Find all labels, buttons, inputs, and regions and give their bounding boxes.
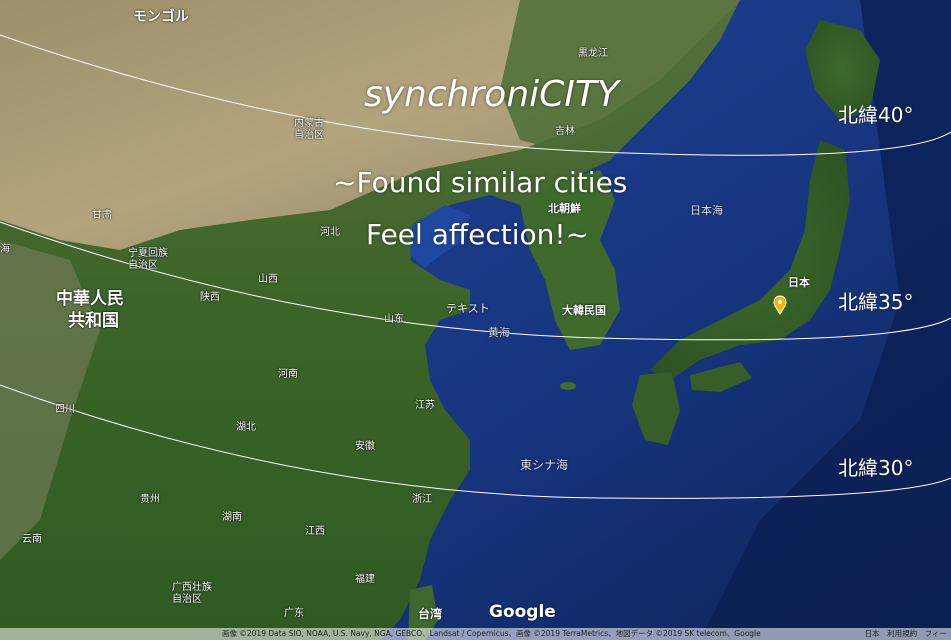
label-guangdong: 广东 <box>284 608 304 619</box>
label-north-korea: 北朝鮮 <box>548 202 581 215</box>
label-hunan: 湖南 <box>222 512 242 523</box>
label-guangxi: 广西壮族 自治区 <box>172 582 212 605</box>
text-marker-label[interactable]: テキスト <box>446 300 490 316</box>
attribution-bar: 画像 ©2019 Data SIO, NOAA, U.S. Navy, NGA,… <box>0 628 951 640</box>
label-shaanxi: 陕西 <box>200 292 220 303</box>
label-shandong: 山东 <box>384 314 404 325</box>
label-sichuan: 四川 <box>55 404 75 415</box>
label-ningxia: 宁夏回族 自治区 <box>128 248 168 271</box>
label-shanxi: 山西 <box>258 274 278 285</box>
label-east-china-sea: 東シナ海 <box>520 458 569 472</box>
label-henan: 河南 <box>278 369 298 380</box>
label-yunnan: 云南 <box>22 534 42 545</box>
label-fujian: 福建 <box>355 574 375 585</box>
label-jilin: 吉林 <box>555 126 575 137</box>
label-inner-mongolia: 内蒙古 自治区 <box>294 118 324 141</box>
tagline-line1: ~Found similar cities <box>333 166 628 199</box>
google-logo: Google <box>489 602 556 622</box>
jeju-island <box>560 382 576 390</box>
label-hebei: 河北 <box>320 227 340 238</box>
attribution-text: 画像 ©2019 Data SIO, NOAA, U.S. Navy, NGA,… <box>222 629 761 638</box>
label-qinghai-edge: 海 <box>0 244 10 255</box>
label-china-line2: 共和国 <box>68 311 119 331</box>
label-gansu: 甘肃 <box>92 210 112 221</box>
label-yellow-sea: 黄海 <box>488 326 510 339</box>
tagline-line2: Feel affection!~ <box>366 218 590 251</box>
label-japan: 日本 <box>788 276 810 289</box>
label-south-korea: 大韓民国 <box>562 304 606 317</box>
app-title: synchroniCITY <box>364 74 619 115</box>
label-jiangxi: 江西 <box>305 526 325 537</box>
label-sea-of-japan: 日本海 <box>690 204 723 217</box>
label-mongolia: モンゴル <box>133 9 189 25</box>
label-taiwan: 台湾 <box>418 607 443 621</box>
label-hubei: 湖北 <box>236 422 256 433</box>
label-anhui: 安徽 <box>355 441 375 452</box>
label-guizhou: 贵州 <box>140 494 160 505</box>
label-heilongjiang: 黒龙江 <box>578 48 608 59</box>
label-jiangsu: 江苏 <box>415 400 435 411</box>
latitude-label-30: 北緯30° <box>838 456 914 480</box>
attribution-links[interactable]: 日本 利用規約 フィー <box>865 628 947 640</box>
latitude-label-40: 北緯40° <box>838 103 914 127</box>
latitude-label-35: 北緯35° <box>838 290 914 314</box>
label-zhejiang: 浙江 <box>412 494 432 505</box>
